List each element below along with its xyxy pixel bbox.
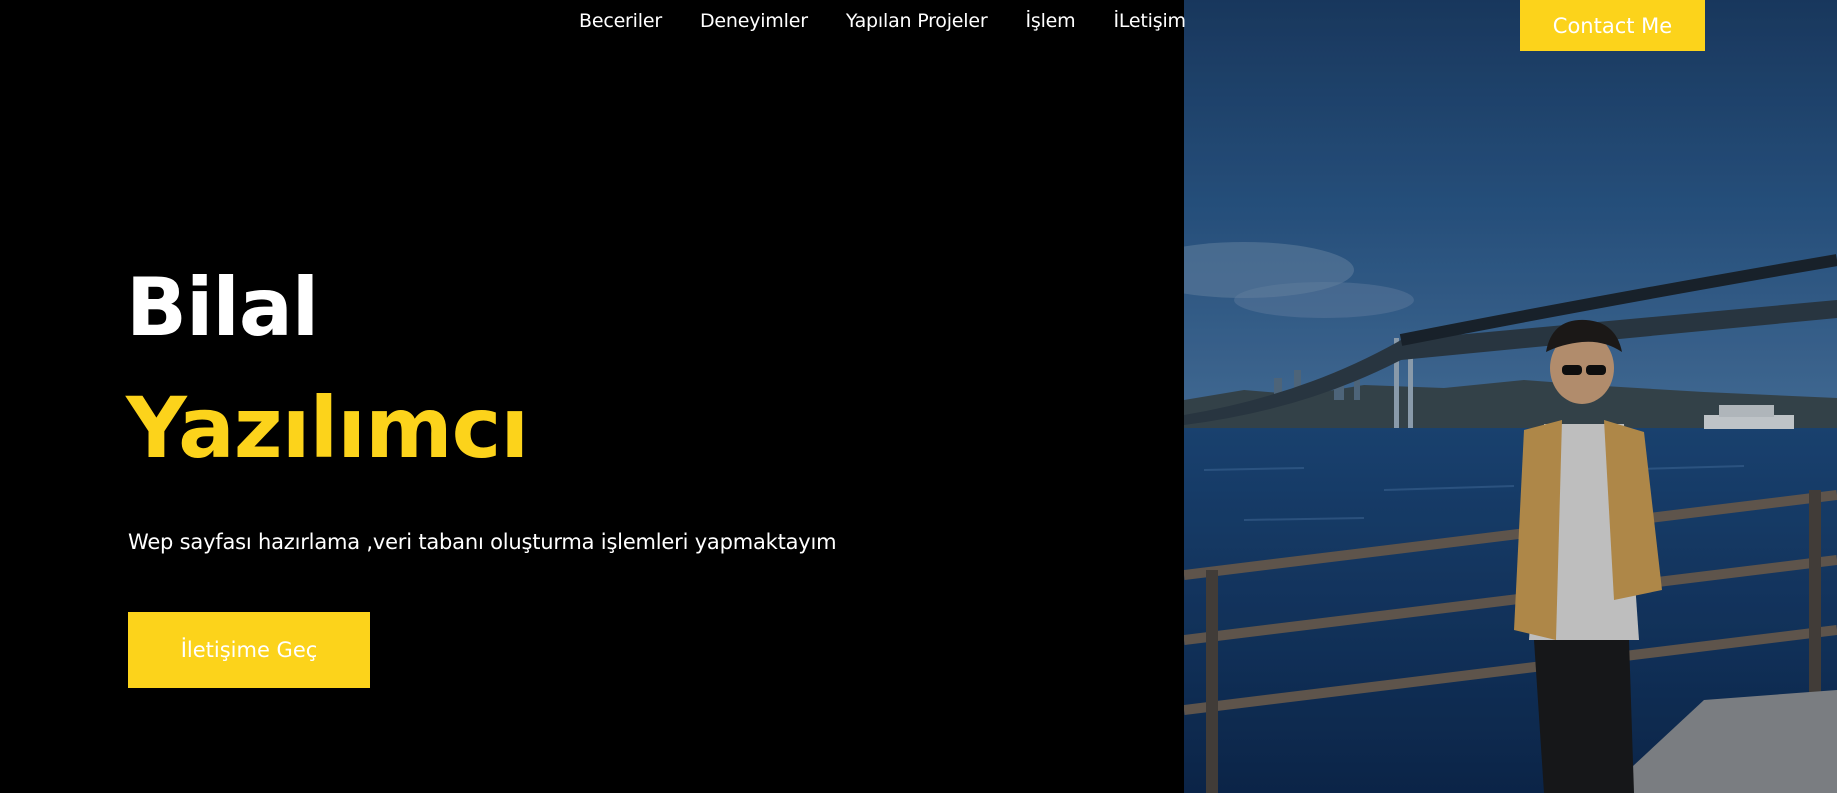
hero-photo — [1184, 0, 1837, 793]
nav-link-deneyimler[interactable]: Deneyimler — [700, 10, 808, 32]
nav-link-projeler[interactable]: Yapılan Projeler — [846, 10, 988, 32]
main-nav: Beceriler Deneyimler Yapılan Projeler İş… — [579, 10, 1186, 32]
hero-name: Bilal — [126, 261, 319, 354]
contact-cta-button[interactable]: İletişime Geç — [128, 612, 370, 688]
nav-link-iletisim[interactable]: İLetişim — [1113, 10, 1186, 32]
hero-description: Wep sayfası hazırlama ,veri tabanı oluşt… — [128, 530, 837, 554]
hero-role: Yazılımcı — [126, 379, 529, 477]
nav-link-islem[interactable]: İşlem — [1025, 10, 1075, 32]
nav-link-beceriler[interactable]: Beceriler — [579, 10, 662, 32]
contact-me-button[interactable]: Contact Me — [1520, 0, 1705, 51]
